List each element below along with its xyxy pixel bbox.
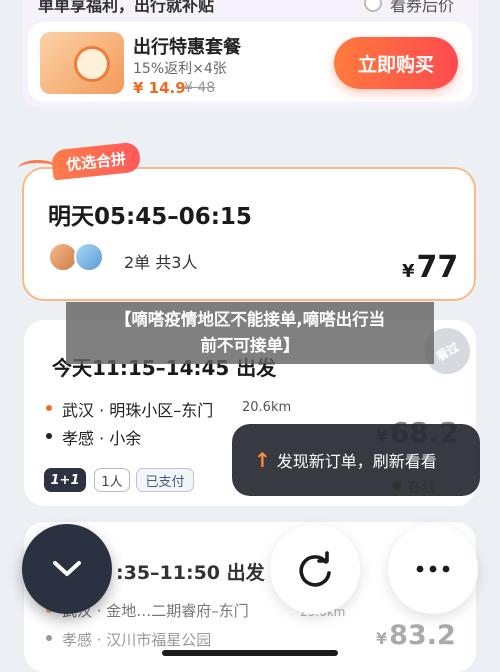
caption-line: 前不可接单】 [200, 336, 300, 355]
order-origin: 武汉 · 明珠小区–东门 [62, 401, 214, 420]
promo-title: 出行特惠套餐 [133, 37, 241, 58]
people-badge: 1人 [94, 468, 130, 492]
carpool-price-value: 77 [416, 250, 459, 285]
order-destination: 孝感 · 汉川市福星公园 [62, 631, 212, 649]
refresh-icon [299, 551, 331, 587]
promo-top-text: 单单享福利，出行就补贴 [38, 0, 215, 15]
promo-thumbnail [40, 32, 124, 94]
origin-dot-icon [46, 405, 52, 411]
refresh-button[interactable] [270, 524, 360, 614]
carpool-summary: 2单 共3人 [124, 253, 198, 272]
arrow-up-icon: ↑ [254, 448, 271, 472]
pool-type-badge: 1+1 [44, 468, 86, 492]
carpool-price: ¥77 [402, 250, 458, 285]
caption-banner: 【嘀嗒疫情地区不能接单,嘀嗒出行当 前不可接单】 [66, 302, 434, 364]
new-order-toast[interactable]: ↑ 发现新订单，刷新看看 [232, 424, 480, 496]
collapse-button[interactable] [22, 524, 112, 614]
destination-dot-icon [46, 433, 52, 439]
toast-text: 发现新订单，刷新看看 [276, 452, 437, 471]
promo-subtitle: 15%返利×4张 [133, 61, 227, 77]
coin-icon [74, 46, 110, 82]
currency-symbol: ¥ [376, 629, 388, 648]
order-price: ¥83.2 [376, 620, 456, 651]
coupon-price-label[interactable]: 看券后价 [390, 0, 454, 16]
order-destination: 孝感 · 小余 [62, 429, 142, 448]
order-price-value: 83.2 [389, 620, 456, 651]
buy-now-button[interactable]: 立即购买 [334, 37, 458, 89]
paid-badge: 已支付 [136, 468, 194, 492]
avatar [74, 242, 104, 272]
more-button[interactable] [388, 524, 478, 614]
order-distance: 20.6km [242, 400, 292, 415]
destination-dot-icon [46, 635, 52, 641]
promo-price: ¥ 14.9 [133, 79, 186, 97]
order-time: :35–11:50 出发 [116, 562, 265, 584]
currency-symbol: ¥ [402, 261, 415, 282]
chevron-down-icon [53, 561, 81, 576]
caption-line: 【嘀嗒疫情地区不能接单,嘀嗒出行当 [114, 310, 386, 329]
home-indicator [162, 650, 338, 656]
more-dots-icon [416, 565, 450, 573]
promo-old-price: ¥ 48 [184, 80, 216, 96]
carpool-time: 明天05:45–06:15 [48, 204, 252, 230]
